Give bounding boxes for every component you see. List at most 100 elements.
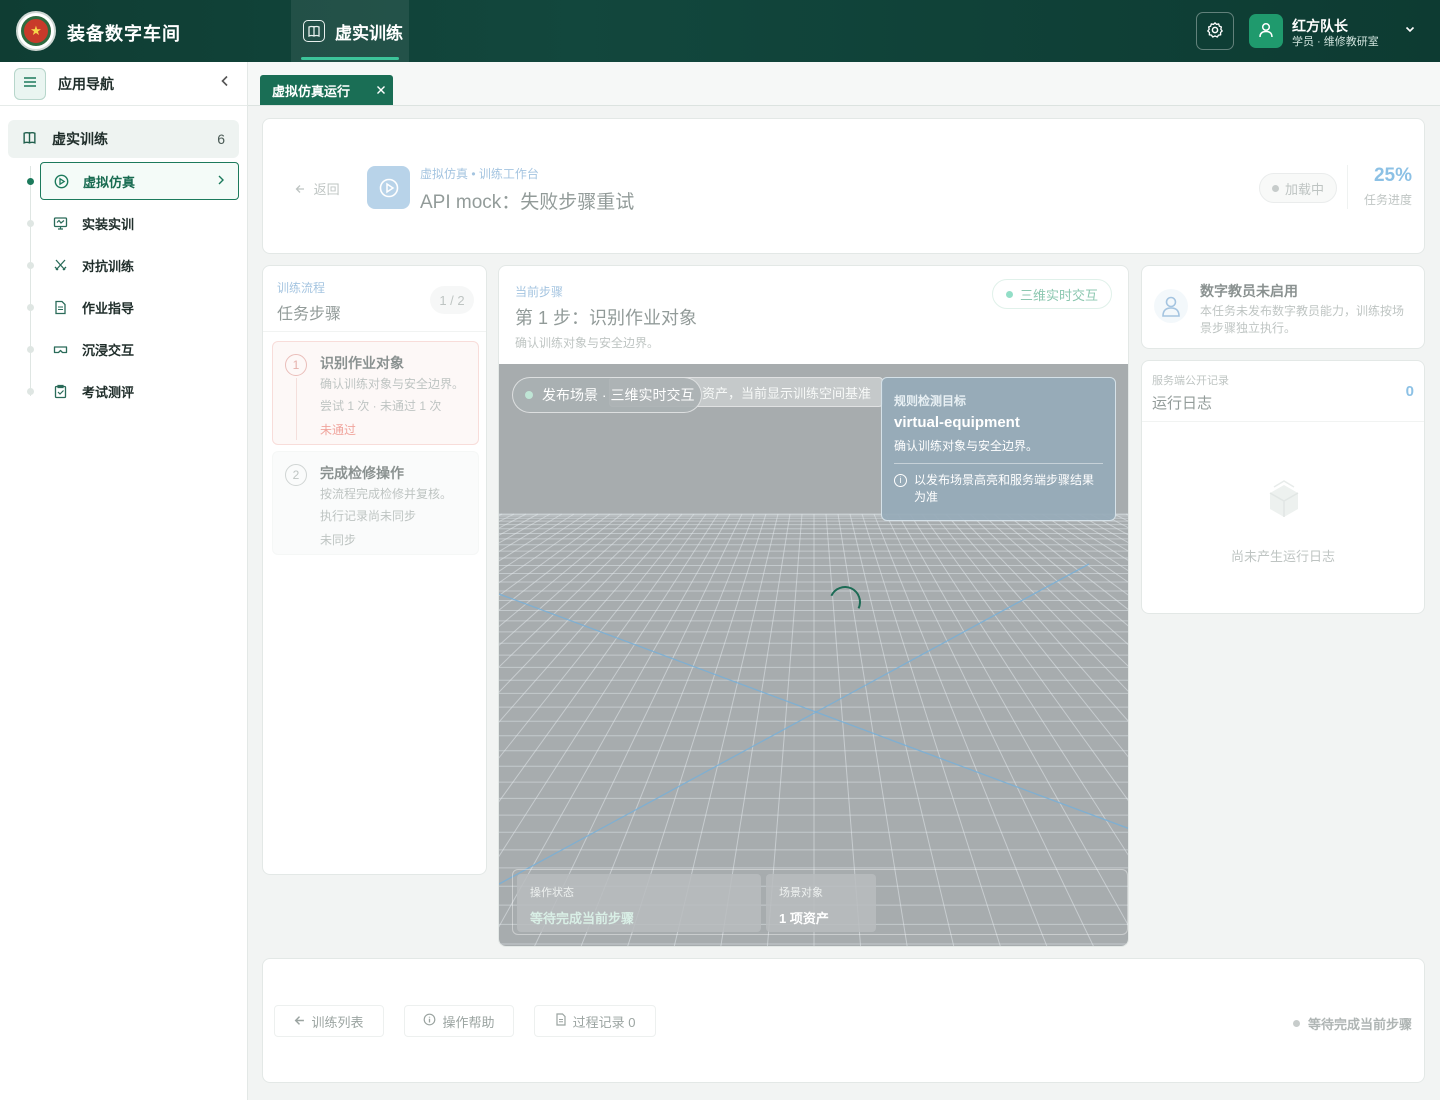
log-empty-text: 尚未产生运行日志 bbox=[1230, 549, 1335, 564]
step-desc: 按流程完成检修并复核。 bbox=[320, 487, 453, 501]
button-label: 训练列表 bbox=[311, 1014, 364, 1030]
logo-emblem: ★ bbox=[21, 16, 51, 46]
log-title: 运行日志 bbox=[1152, 395, 1213, 412]
scene-pill: 发布场景 · 三维实时交互 bbox=[512, 377, 702, 413]
clipboard-check-icon bbox=[52, 384, 68, 399]
operation-status-value: 等待完成当前步骤 bbox=[530, 911, 635, 926]
step-meta: 尝试 1 次 · 未通过 1 次 bbox=[320, 399, 442, 413]
breadcrumb: 虚拟仿真 • 训练工作台 bbox=[420, 167, 539, 181]
action-footer-content: 训练列表 操作帮助 过程记录 0 等待完成当前步骤 bbox=[263, 959, 1424, 1082]
mode-badge: 三维实时交互 bbox=[992, 279, 1112, 309]
step-number: 1 bbox=[285, 354, 307, 376]
divider bbox=[894, 463, 1103, 464]
sidebar-item-exam[interactable]: 考试测评 bbox=[40, 372, 239, 410]
swords-icon bbox=[52, 258, 68, 273]
help-button[interactable]: 操作帮助 bbox=[404, 1005, 514, 1037]
user-menu-chevron-icon[interactable] bbox=[1404, 22, 1416, 38]
detection-target-card: 规则检测目标 virtual-equipment 确认训练对象与安全边界。 i … bbox=[881, 377, 1116, 521]
back-button[interactable]: 返回 bbox=[295, 179, 340, 198]
tree-dot bbox=[27, 262, 34, 269]
run-log-card: 服务端公开记录 运行日志 0 尚未产生运行日志 bbox=[1141, 360, 1425, 614]
coach-desc: 本任务未发布数字教员能力，训练按场景步骤独立执行。 bbox=[1200, 304, 1405, 335]
document-icon bbox=[555, 1013, 567, 1029]
brand-title: 装备数字车间 bbox=[67, 24, 181, 44]
sidebar-item-equipment-training[interactable]: 实装实训 bbox=[40, 204, 239, 242]
settings-button[interactable] bbox=[1196, 12, 1234, 50]
digital-coach-card: 数字教员未启用 本任务未发布数字教员能力，训练按场景步骤独立执行。 bbox=[1141, 265, 1425, 349]
document-icon bbox=[52, 300, 68, 315]
scene-objects: 场景对象 1 项资产 bbox=[766, 874, 876, 932]
close-icon[interactable] bbox=[376, 81, 386, 98]
log-kicker: 服务端公开记录 bbox=[1152, 375, 1229, 387]
status-dot bbox=[1271, 184, 1279, 192]
sidebar-item-virtual-simulation[interactable]: 虚拟仿真 bbox=[40, 162, 239, 200]
step-connector bbox=[296, 378, 297, 440]
log-count: 0 bbox=[1405, 383, 1414, 400]
menu-toggle-button[interactable] bbox=[14, 67, 46, 100]
divider bbox=[263, 331, 486, 332]
steps-panel: 训练流程 任务步骤 1 / 2 1 识别作业对象 确认训练对象与安全边界。 尝试… bbox=[262, 265, 487, 875]
sidebar-item-work-guide[interactable]: 作业指导 bbox=[40, 288, 239, 326]
current-step-title: 第 1 步：识别作业对象 bbox=[515, 308, 698, 328]
sidebar-item-combat-training[interactable]: 对抗训练 bbox=[40, 246, 239, 284]
book-icon bbox=[303, 20, 325, 42]
sidebar-item-label: 对抗训练 bbox=[82, 258, 135, 274]
target-desc: 确认训练对象与安全边界。 bbox=[894, 439, 1039, 453]
sidebar-title: 应用导航 bbox=[58, 75, 114, 92]
sidebar-header: 应用导航 bbox=[0, 62, 247, 106]
current-step-header: 当前步骤 第 1 步：识别作业对象 确认训练对象与安全边界。 三维实时交互 bbox=[499, 266, 1128, 364]
sidebar-item-label: 实装实训 bbox=[82, 216, 135, 232]
tab-label: 虚拟仿真运行 bbox=[272, 83, 351, 99]
tree-dot bbox=[27, 346, 34, 353]
sidebar-item-label: 虚拟仿真 bbox=[83, 174, 136, 190]
tree-dot bbox=[27, 178, 34, 185]
current-step-desc: 确认训练对象与安全边界。 bbox=[515, 336, 660, 350]
arrow-left-icon bbox=[294, 1014, 305, 1029]
training-list-button[interactable]: 训练列表 bbox=[274, 1005, 384, 1037]
step-desc: 确认训练对象与安全边界。 bbox=[320, 377, 465, 391]
sidebar-group-count: 6 bbox=[217, 131, 225, 147]
sidebar-group-virtual-training[interactable]: 虚实训练 6 bbox=[8, 120, 239, 158]
button-label: 操作帮助 bbox=[442, 1014, 495, 1030]
step-number: 2 bbox=[285, 464, 307, 486]
tab-virtual-simulation-run[interactable]: 虚拟仿真运行 bbox=[260, 75, 393, 105]
steps-counter: 1 / 2 bbox=[430, 286, 474, 314]
step-meta: 执行记录尚未同步 bbox=[320, 509, 417, 523]
scene-objects-value: 1 项资产 bbox=[779, 911, 829, 926]
top-tab-virtual-training[interactable]: 虚实训练 bbox=[291, 0, 409, 62]
coach-user-icon bbox=[1154, 289, 1188, 323]
step-item[interactable]: 1 识别作业对象 确认训练对象与安全边界。 尝试 1 次 · 未通过 1 次 未… bbox=[272, 341, 479, 445]
operation-status: 操作状态 等待完成当前步骤 bbox=[517, 874, 761, 932]
footer-status-label: 等待完成当前步骤 bbox=[1307, 1017, 1412, 1032]
collapse-chevron-icon[interactable] bbox=[219, 74, 231, 93]
target-note-text: 以发布场景高亮和服务端步骤结果为准 bbox=[914, 473, 1095, 504]
tree-dot bbox=[27, 304, 34, 311]
operation-status-label: 操作状态 bbox=[530, 887, 574, 899]
status-badge: 加载中 bbox=[1259, 173, 1337, 203]
step-title: 完成检修操作 bbox=[320, 465, 404, 481]
divider bbox=[1142, 421, 1424, 422]
play-circle-icon bbox=[53, 174, 69, 189]
top-bar: ★ 装备数字车间 虚实训练 红方队长 学员 · 维修教研室 bbox=[0, 0, 1440, 62]
info-icon: i bbox=[894, 474, 907, 487]
scene-dot bbox=[525, 391, 533, 399]
tree-line bbox=[30, 166, 31, 396]
steps-kicker: 训练流程 bbox=[277, 281, 326, 295]
sidebar-item-label: 考试测评 bbox=[82, 384, 135, 400]
avatar[interactable] bbox=[1249, 14, 1283, 48]
page-tabs: 虚拟仿真运行 bbox=[248, 62, 1440, 106]
target-name: virtual-equipment bbox=[894, 414, 1020, 431]
digital-coach-content: 数字教员未启用 本任务未发布数字教员能力，训练按场景步骤独立执行。 bbox=[1142, 266, 1424, 348]
sidebar-item-immersive-interaction[interactable]: 沉浸交互 bbox=[40, 330, 239, 368]
page-title: API mock：失败步骤重试 bbox=[420, 192, 635, 213]
logo: ★ bbox=[16, 11, 56, 51]
3d-viewport[interactable]: 资产，当前显示训练空间基准 发布场景 · 三维实时交互 规则检测目标 virtu… bbox=[499, 364, 1128, 946]
sidebar: 应用导航 虚实训练 6 虚拟仿真 实装实训 对抗训练 作业指导 沉浸交互 考试测… bbox=[0, 62, 248, 1100]
step-item[interactable]: 2 完成检修操作 按流程完成检修并复核。 执行记录尚未同步 未同步 bbox=[272, 451, 479, 555]
vr-headset-icon bbox=[52, 342, 68, 357]
process-record-button[interactable]: 过程记录 0 bbox=[534, 1005, 656, 1037]
task-header: 返回 虚拟仿真 • 训练工作台 API mock：失败步骤重试 加载中 25% … bbox=[262, 118, 1425, 254]
status-label: 加载中 bbox=[1284, 181, 1324, 197]
hamburger-icon bbox=[22, 74, 38, 93]
run-log-content: 服务端公开记录 运行日志 0 尚未产生运行日志 bbox=[1142, 361, 1424, 613]
